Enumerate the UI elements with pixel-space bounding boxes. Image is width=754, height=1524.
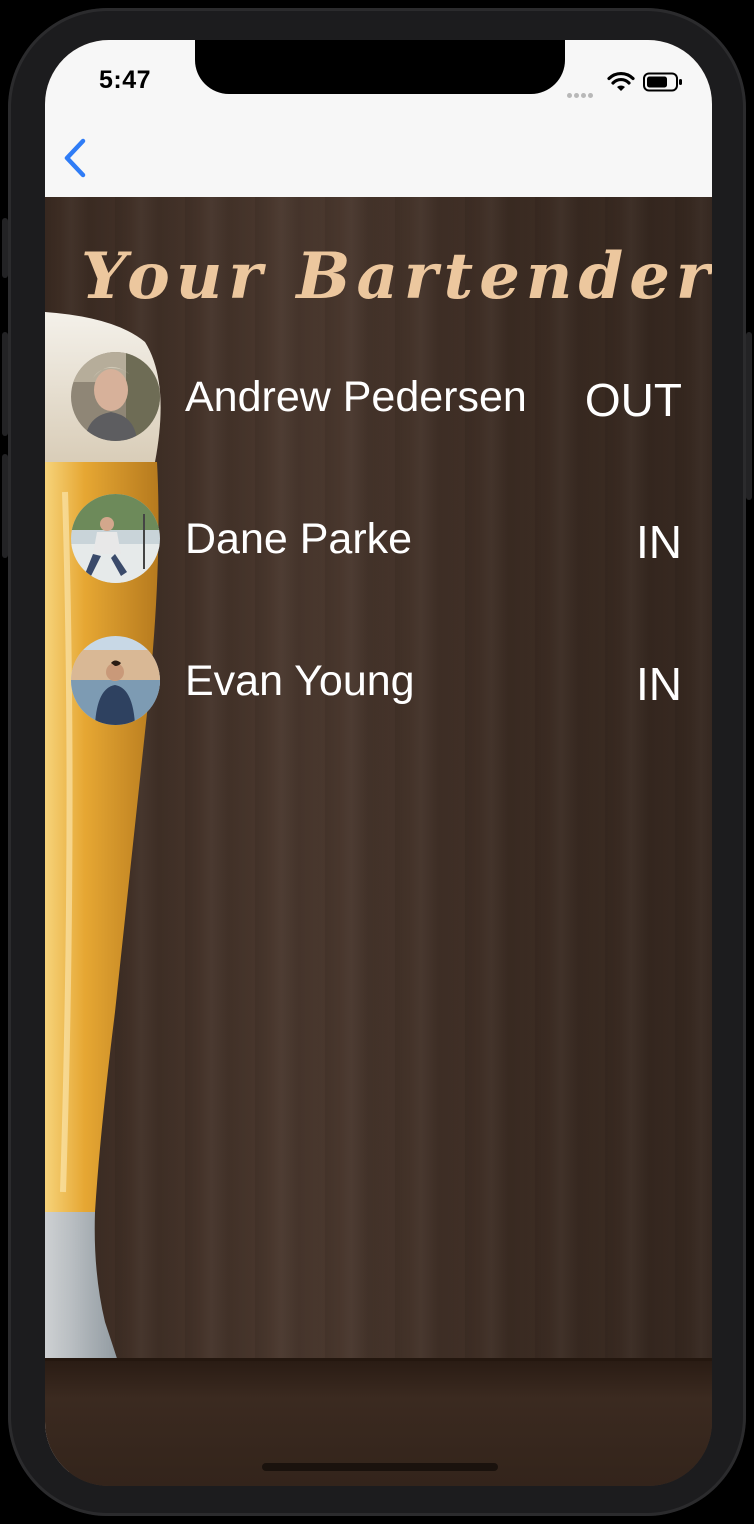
screen: 5:47 Your Bartenders Andrew Pedersen OUT… <box>45 40 712 1486</box>
status-time: 5:47 <box>99 66 152 94</box>
bartender-status: IN <box>636 516 682 568</box>
volume-down-button <box>2 454 8 558</box>
wifi-icon <box>607 71 635 91</box>
page-title: Your Bartenders <box>81 239 712 314</box>
notch <box>195 40 565 94</box>
bartender-row[interactable]: Evan Young IN <box>45 631 712 731</box>
bartender-name: Evan Young <box>185 657 415 705</box>
cellular-signal-icon <box>567 85 599 98</box>
chevron-left-icon <box>64 138 86 178</box>
home-indicator[interactable] <box>262 1463 498 1471</box>
back-button[interactable] <box>59 136 93 180</box>
beer-glass-image <box>45 312 161 1472</box>
avatar <box>71 494 160 583</box>
bartender-name: Dane Parke <box>185 515 413 563</box>
bartender-status: OUT <box>584 374 682 426</box>
avatar <box>71 352 160 441</box>
phone-frame: 5:47 Your Bartenders Andrew Pedersen OUT… <box>0 0 754 1524</box>
bartenders-view: Your Bartenders Andrew Pedersen OUT Dane… <box>45 197 712 1486</box>
navigation-bar: 5:47 <box>45 40 712 197</box>
avatar <box>71 636 160 725</box>
bartender-status: IN <box>636 658 682 710</box>
bartender-name: Andrew Pedersen <box>185 373 527 421</box>
power-button <box>746 332 752 500</box>
bartender-row[interactable]: Andrew Pedersen OUT <box>45 347 712 447</box>
battery-icon <box>643 72 682 92</box>
mute-switch <box>2 218 8 278</box>
volume-up-button <box>2 332 8 436</box>
bartender-row[interactable]: Dane Parke IN <box>45 489 712 589</box>
